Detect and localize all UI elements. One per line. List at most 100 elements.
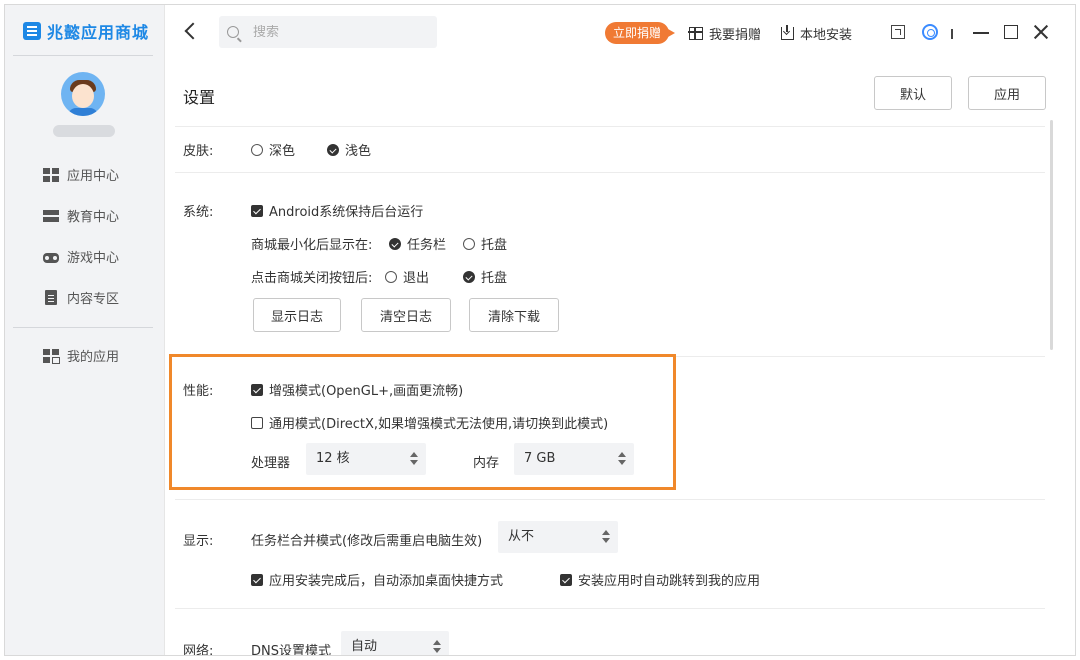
- option-label: 托盘: [481, 238, 508, 253]
- minimize-label: 商城最小化后显示在:: [251, 238, 373, 253]
- username-placeholder: [53, 125, 115, 137]
- close-label: 点击商城关闭按钮后:: [251, 271, 373, 286]
- option-label: 任务栏: [407, 238, 447, 253]
- sidebar-item-label: 我的应用: [67, 350, 120, 365]
- download-icon: [781, 25, 794, 40]
- checkbox-label: 增强模式(OpenGL+,画面更流畅): [269, 384, 464, 399]
- page-title: 设置: [183, 88, 216, 107]
- show-log-button[interactable]: 显示日志: [253, 298, 341, 332]
- checkbox-icon: [251, 416, 263, 429]
- desktop-shortcut-checkbox[interactable]: 应用安装完成后，自动添加桌面快捷方式: [251, 570, 503, 589]
- back-button[interactable]: [181, 21, 201, 41]
- sidebar-item-content[interactable]: 内容专区: [43, 288, 119, 307]
- divider: [175, 608, 1045, 609]
- checkbox-label: 通用模式(DirectX,如果增强模式无法使用,请切换到此模式): [269, 417, 609, 432]
- cpu-select[interactable]: 12 核: [306, 443, 426, 475]
- taskbar-merge-label: 任务栏合并模式(修改后需重启电脑生效): [251, 534, 483, 549]
- app-window: 兆懿应用商城 应用中心 教育中心 游戏中心 内容专区 我的应用 搜索 立即捐赠 …: [4, 4, 1076, 656]
- app-logo: 兆懿应用商城: [23, 19, 149, 43]
- checkbox-label: 安装应用时自动跳转到我的应用: [578, 574, 761, 589]
- bars-icon: [43, 208, 59, 223]
- local-install-label: 本地安装: [800, 28, 853, 43]
- checkbox-label: 应用安装完成后，自动添加桌面快捷方式: [269, 574, 504, 589]
- search-icon: [227, 26, 239, 38]
- user-avatar[interactable]: [61, 72, 105, 116]
- updown-arrows-icon: [433, 640, 441, 654]
- cpu-value: 12 核: [316, 451, 350, 466]
- skin-dark-option[interactable]: 深色: [251, 140, 295, 159]
- updown-arrows-icon: [602, 530, 610, 544]
- document-icon: [45, 290, 57, 305]
- skin-label: 皮肤:: [183, 144, 214, 159]
- radio-icon: [385, 270, 397, 283]
- divider: [175, 126, 1045, 127]
- general-mode-checkbox[interactable]: 通用模式(DirectX,如果增强模式无法使用,请切换到此模式): [251, 413, 608, 432]
- checkbox-checked-icon: [560, 573, 572, 586]
- sidebar-item-app-center[interactable]: 应用中心: [43, 165, 119, 184]
- sidebar-item-my-apps[interactable]: 我的应用: [43, 346, 119, 365]
- taskbar-merge-value: 从不: [508, 529, 535, 544]
- close-tray-option[interactable]: 托盘: [463, 267, 507, 286]
- scrollbar[interactable]: [1050, 120, 1053, 350]
- settings-panel: 设置 默认 应用 皮肤: 深色 浅色 系统: Android系统保持后台运行 商…: [165, 60, 1075, 655]
- maximize-button[interactable]: [1001, 22, 1021, 42]
- sidebar-divider: [13, 327, 153, 328]
- dns-mode-label: DNS设置模式: [251, 644, 331, 656]
- sidebar-item-label: 教育中心: [67, 210, 120, 225]
- sidebar: 兆懿应用商城 应用中心 教育中心 游戏中心 内容专区 我的应用: [5, 5, 165, 655]
- minimize-button[interactable]: [971, 22, 991, 42]
- default-button[interactable]: 默认: [874, 76, 952, 110]
- updown-arrows-icon: [410, 452, 418, 466]
- sidebar-item-education[interactable]: 教育中心: [43, 206, 119, 225]
- search-box[interactable]: [219, 16, 437, 48]
- divider: [175, 172, 1045, 173]
- network-label: 网络:: [183, 644, 214, 656]
- minimize-taskbar-option[interactable]: 任务栏: [389, 234, 446, 253]
- close-exit-option[interactable]: 退出: [385, 267, 429, 286]
- radio-checked-icon: [463, 270, 475, 283]
- system-label: 系统:: [183, 205, 214, 220]
- sidebar-item-label: 内容专区: [67, 292, 120, 307]
- skin-box-icon[interactable]: [891, 25, 905, 39]
- memory-select[interactable]: 7 GB: [514, 443, 634, 475]
- checkbox-checked-icon: [251, 204, 263, 217]
- enhanced-mode-checkbox[interactable]: 增强模式(OpenGL+,画面更流畅): [251, 380, 463, 399]
- want-donate-label: 我要捐赠: [709, 28, 762, 43]
- radio-icon: [463, 237, 475, 250]
- top-bar: 立即捐赠 我要捐赠 本地安装: [165, 5, 1075, 60]
- checkbox-checked-icon: [251, 383, 263, 396]
- cpu-label: 处理器: [251, 456, 291, 471]
- close-button[interactable]: [1031, 22, 1051, 42]
- clear-download-button[interactable]: 清除下载: [469, 298, 559, 332]
- sidebar-item-label: 应用中心: [67, 169, 120, 184]
- donate-now-button[interactable]: 立即捐赠: [605, 22, 676, 44]
- option-label: 浅色: [345, 144, 372, 159]
- radio-checked-icon: [389, 237, 401, 250]
- apply-button[interactable]: 应用: [968, 76, 1046, 110]
- dns-mode-value: 自动: [351, 639, 378, 654]
- sidebar-item-games[interactable]: 游戏中心: [43, 247, 119, 266]
- radio-icon: [251, 143, 263, 156]
- sidebar-item-label: 游戏中心: [67, 251, 120, 266]
- app-name: 兆懿应用商城: [47, 23, 150, 42]
- checkbox-label: Android系统保持后台运行: [269, 205, 424, 220]
- settings-gear-icon[interactable]: [922, 24, 938, 40]
- minimize-tray-option[interactable]: 托盘: [463, 234, 507, 253]
- android-bg-checkbox[interactable]: Android系统保持后台运行: [251, 201, 423, 220]
- memory-value: 7 GB: [524, 451, 556, 466]
- taskbar-merge-select[interactable]: 从不: [498, 521, 618, 553]
- grid-icon: [43, 167, 59, 182]
- local-install-link[interactable]: 本地安装: [781, 24, 852, 43]
- sidebar-divider: [13, 55, 153, 56]
- want-donate-link[interactable]: 我要捐赠: [688, 24, 762, 43]
- search-input[interactable]: [253, 24, 423, 40]
- option-label: 托盘: [481, 271, 508, 286]
- dns-mode-select[interactable]: 自动: [341, 631, 449, 655]
- checkbox-checked-icon: [251, 573, 263, 586]
- skin-light-option[interactable]: 浅色: [327, 140, 371, 159]
- clear-log-button[interactable]: 清空日志: [361, 298, 451, 332]
- gift-icon: [688, 27, 703, 40]
- display-label: 显示:: [183, 534, 214, 549]
- auto-jump-checkbox[interactable]: 安装应用时自动跳转到我的应用: [560, 570, 760, 589]
- gamepad-icon: [43, 252, 59, 263]
